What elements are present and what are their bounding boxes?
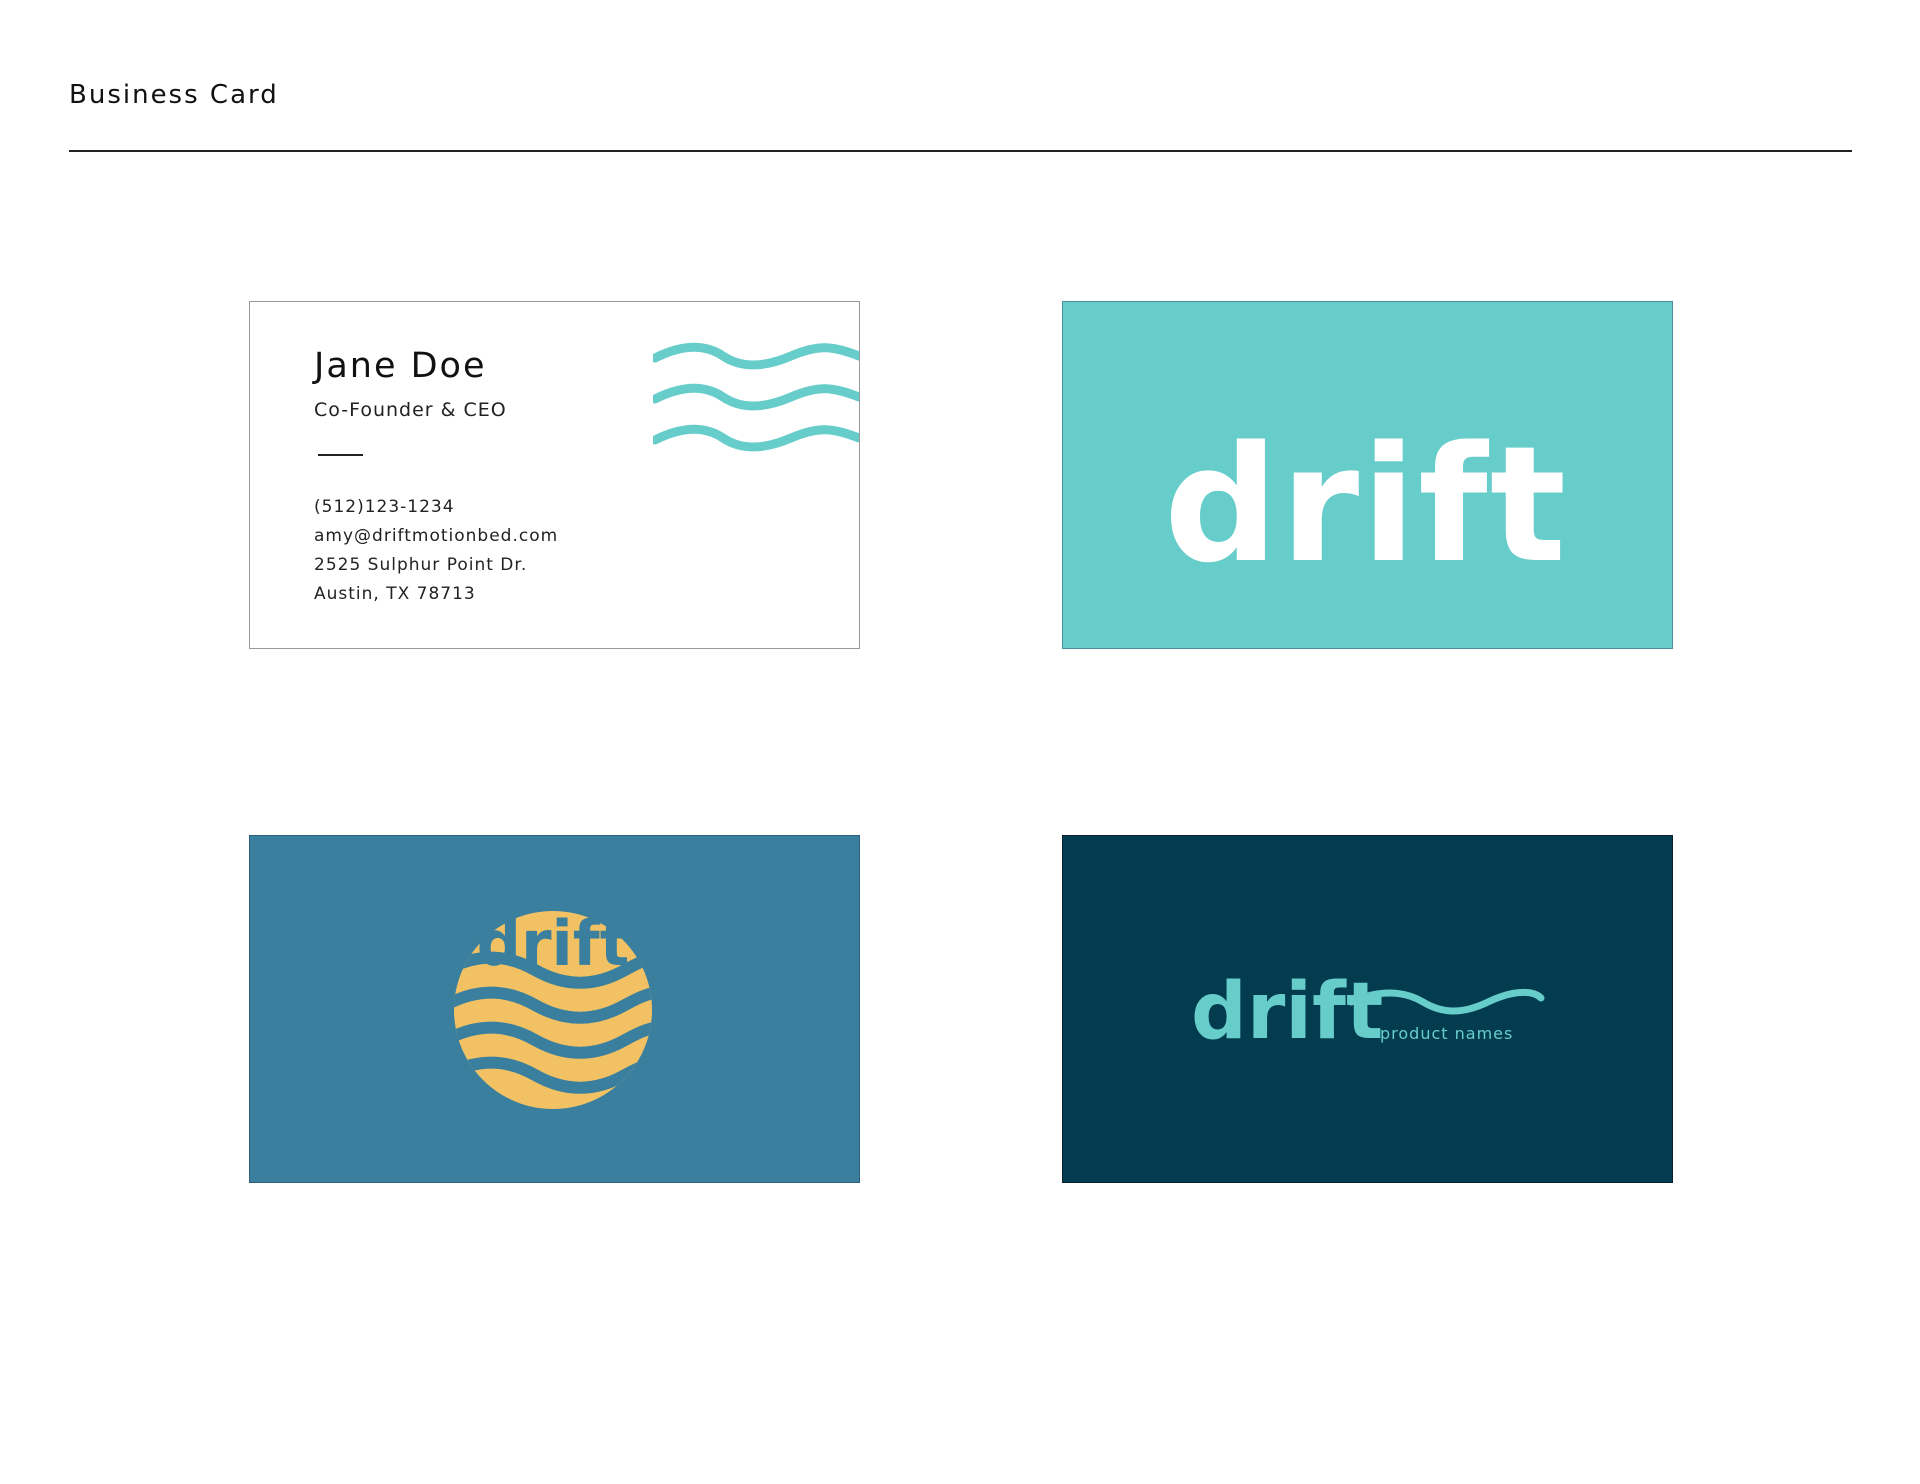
business-card-product-navy: drift product names <box>1062 835 1673 1183</box>
business-card-badge-blue: drift <box>249 835 860 1183</box>
contact-job-title: Co-Founder & CEO <box>314 399 507 421</box>
business-card-contact: Jane Doe Co-Founder & CEO (512)123-1234 … <box>249 301 860 649</box>
contact-divider <box>318 454 363 456</box>
contact-name: Jane Doe <box>314 346 487 386</box>
product-tagline: product names <box>1380 1024 1514 1043</box>
contact-details: (512)123-1234 amy@driftmotionbed.com 252… <box>314 493 558 609</box>
header-rule <box>69 150 1852 152</box>
contact-email: amy@driftmotionbed.com <box>314 526 559 546</box>
drift-logo: drift <box>1063 302 1672 648</box>
contact-address-line1: 2525 Sulphur Point Dr. <box>314 555 528 575</box>
svg-text:drift: drift <box>1191 967 1383 1057</box>
svg-text:drift: drift <box>477 907 630 980</box>
contact-phone: (512)123-1234 <box>314 497 455 517</box>
page-title: Business Card <box>69 80 279 110</box>
drift-product-logo: drift <box>1063 836 1672 1182</box>
waves-icon <box>653 342 859 452</box>
svg-text:drift: drift <box>1164 411 1568 598</box>
drift-badge-logo: drift <box>250 836 859 1182</box>
contact-address-line2: Austin, TX 78713 <box>314 584 476 604</box>
business-card-logo-teal: drift <box>1062 301 1673 649</box>
